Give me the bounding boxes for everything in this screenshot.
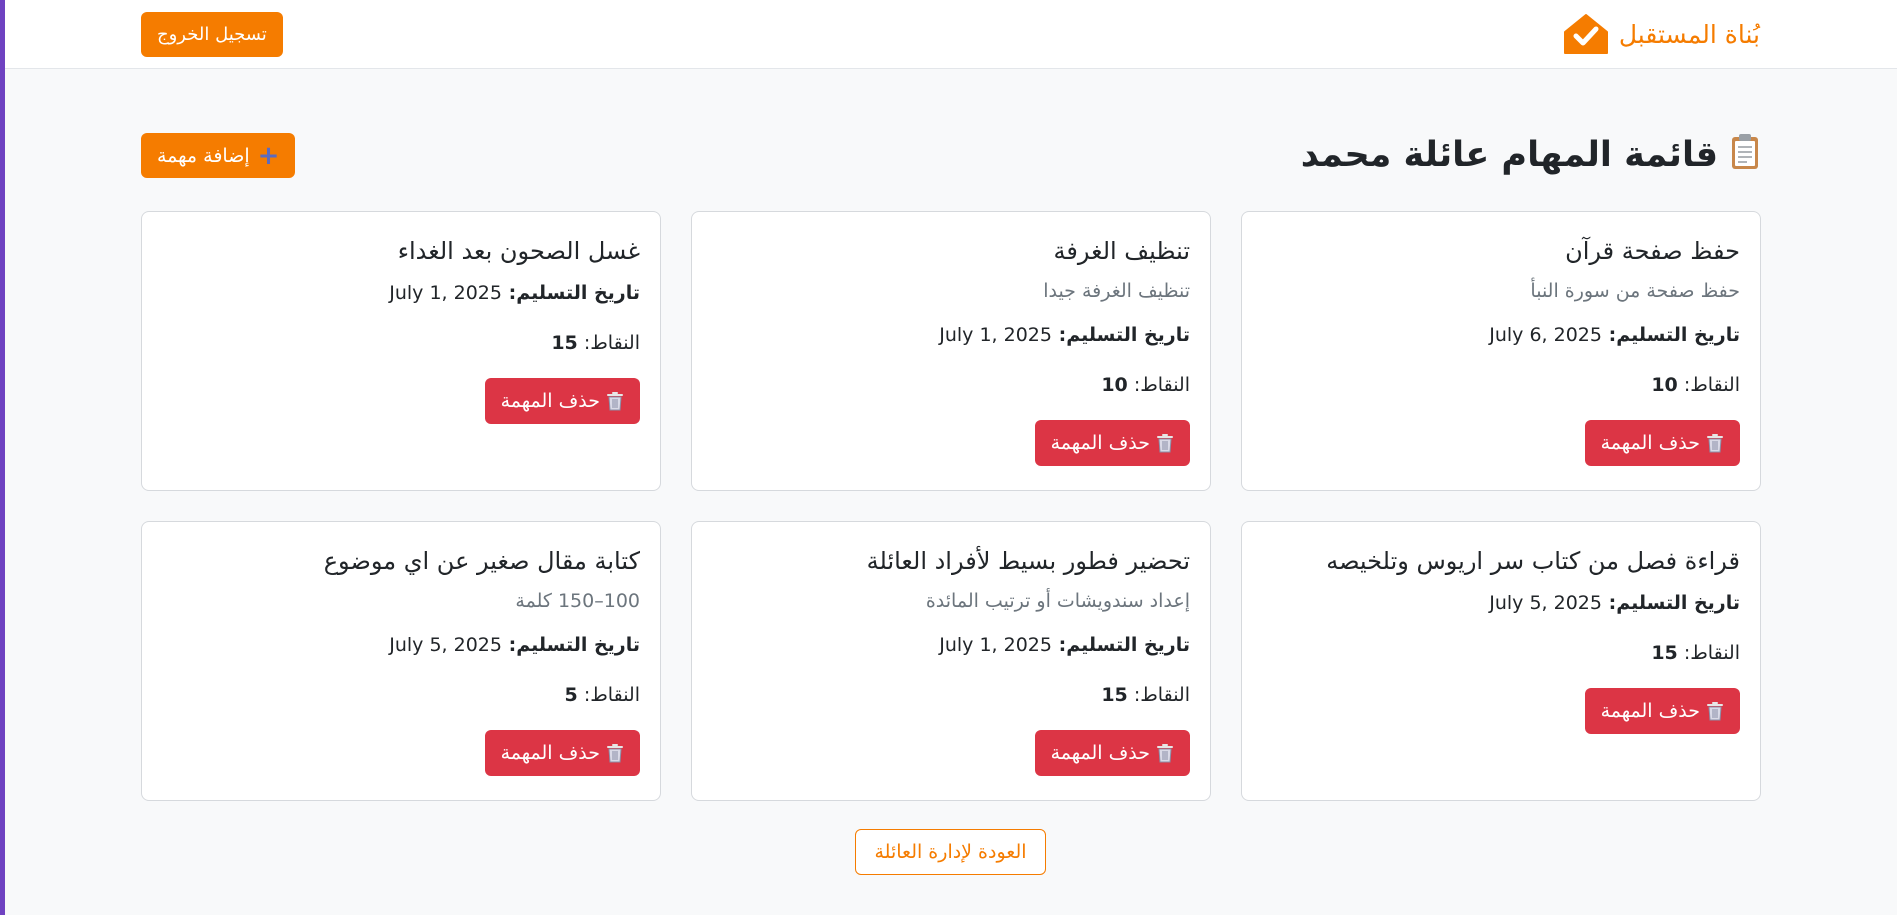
due-date-label: تاريخ التسليم: — [1051, 634, 1190, 656]
delete-task-label: حذف المهمة — [1050, 432, 1150, 454]
due-date-value: July 6, 2025 — [1489, 324, 1602, 346]
points-value: 15 — [1101, 684, 1128, 706]
task-points: النقاط: 10 — [1262, 372, 1740, 398]
points-label: النقاط: — [1677, 642, 1740, 664]
delete-task-label: حذف المهمة — [1600, 700, 1700, 722]
add-task-label: إضافة مهمة — [157, 144, 250, 167]
delete-task-button[interactable]: حذف المهمة — [1584, 688, 1740, 734]
due-date-value: July 1, 2025 — [939, 634, 1052, 656]
task-card: كتابة مقال صغير عن اي موضوع 100–150 كلمة… — [141, 521, 661, 801]
task-title: تحضير فطور بسيط لأفراد العائلة — [866, 547, 1190, 575]
due-date-value: July 5, 2025 — [389, 634, 502, 656]
task-due-date: تاريخ التسليم: July 5, 2025 — [1262, 590, 1740, 616]
brand-name: بُناة المستقبل — [1618, 19, 1760, 49]
task-title: غسل الصحون بعد الغداء — [397, 237, 640, 265]
due-date-value: July 5, 2025 — [1489, 592, 1602, 614]
clipboard-icon — [1730, 132, 1760, 179]
task-due-date: تاريخ التسليم: July 1, 2025 — [162, 280, 640, 306]
delete-task-label: حذف المهمة — [500, 390, 600, 412]
back-to-family-button[interactable]: العودة لإدارة العائلة — [855, 829, 1046, 875]
task-description: 100–150 كلمة — [515, 590, 640, 612]
delete-task-button[interactable]: حذف المهمة — [484, 730, 640, 776]
task-due-date: تاريخ التسليم: July 1, 2025 — [712, 322, 1190, 348]
top-navbar: بُناة المستقبل تسجيل الخروج — [5, 0, 1897, 69]
delete-task-button[interactable]: حذف المهمة — [1584, 420, 1740, 466]
due-date-label: تاريخ التسليم: — [501, 634, 640, 656]
points-value: 5 — [564, 684, 578, 706]
delete-task-label: حذف المهمة — [500, 742, 600, 764]
logout-button[interactable]: تسجيل الخروج — [141, 12, 283, 57]
task-due-date: تاريخ التسليم: July 5, 2025 — [162, 632, 640, 658]
task-card: تنظيف الغرفة تنظيف الغرفة جيدا تاريخ الت… — [691, 211, 1211, 491]
points-label: النقاط: — [577, 684, 640, 706]
due-date-label: تاريخ التسليم: — [1601, 592, 1740, 614]
points-value: 15 — [551, 332, 578, 354]
due-date-label: تاريخ التسليم: — [1051, 324, 1190, 346]
task-points: النقاط: 15 — [162, 330, 640, 356]
trash-icon — [1156, 433, 1174, 453]
delete-task-label: حذف المهمة — [1050, 742, 1150, 764]
trash-icon — [606, 391, 624, 411]
task-title: قراءة فصل من كتاب سر اريوس وتلخيصه — [1326, 547, 1740, 575]
plus-icon: + — [257, 140, 280, 171]
task-points: النقاط: 15 — [1262, 640, 1740, 666]
task-points: النقاط: 10 — [712, 372, 1190, 398]
task-card: تحضير فطور بسيط لأفراد العائلة إعداد سند… — [691, 521, 1211, 801]
task-title: كتابة مقال صغير عن اي موضوع — [323, 547, 640, 575]
task-description: إعداد سندويشات أو ترتيب المائدة — [925, 590, 1190, 612]
add-task-button[interactable]: + إضافة مهمة — [141, 133, 296, 178]
task-card: قراءة فصل من كتاب سر اريوس وتلخيصه تاريخ… — [1241, 521, 1761, 801]
points-label: النقاط: — [1127, 684, 1190, 706]
points-value: 10 — [1651, 374, 1678, 396]
task-description: تنظيف الغرفة جيدا — [1043, 280, 1190, 302]
task-card: حفظ صفحة قرآن حفظ صفحة من سورة النبأ تار… — [1241, 211, 1761, 491]
points-value: 10 — [1101, 374, 1128, 396]
page-header: قائمة المهام عائلة محمد + إضافة مهمة — [141, 130, 1760, 180]
delete-task-button[interactable]: حذف المهمة — [484, 378, 640, 424]
task-points: النقاط: 5 — [162, 682, 640, 708]
brand[interactable]: بُناة المستقبل — [1563, 9, 1760, 59]
trash-icon — [606, 743, 624, 763]
points-value: 15 — [1651, 642, 1678, 664]
task-grid: حفظ صفحة قرآن حفظ صفحة من سورة النبأ تار… — [141, 211, 1761, 801]
task-card: غسل الصحون بعد الغداء تاريخ التسليم: Jul… — [141, 211, 661, 491]
points-label: النقاط: — [1127, 374, 1190, 396]
page-title-text: قائمة المهام عائلة محمد — [1300, 135, 1718, 175]
task-due-date: تاريخ التسليم: July 1, 2025 — [712, 632, 1190, 658]
trash-icon — [1156, 743, 1174, 763]
due-date-label: تاريخ التسليم: — [1601, 324, 1740, 346]
trash-icon — [1706, 433, 1724, 453]
task-due-date: تاريخ التسليم: July 6, 2025 — [1262, 322, 1740, 348]
house-check-icon — [1563, 13, 1609, 55]
trash-icon — [1706, 701, 1724, 721]
points-label: النقاط: — [577, 332, 640, 354]
due-date-value: July 1, 2025 — [939, 324, 1052, 346]
due-date-label: تاريخ التسليم: — [501, 282, 640, 304]
task-description: حفظ صفحة من سورة النبأ — [1530, 280, 1740, 302]
delete-task-button[interactable]: حذف المهمة — [1034, 730, 1190, 776]
page-title: قائمة المهام عائلة محمد — [1301, 130, 1760, 180]
due-date-value: July 1, 2025 — [389, 282, 502, 304]
delete-task-label: حذف المهمة — [1600, 432, 1700, 454]
delete-task-button[interactable]: حذف المهمة — [1034, 420, 1190, 466]
task-points: النقاط: 15 — [712, 682, 1190, 708]
left-accent-bar — [0, 0, 5, 915]
task-title: تنظيف الغرفة — [1053, 237, 1190, 265]
task-title: حفظ صفحة قرآن — [1565, 237, 1740, 265]
points-label: النقاط: — [1677, 374, 1740, 396]
